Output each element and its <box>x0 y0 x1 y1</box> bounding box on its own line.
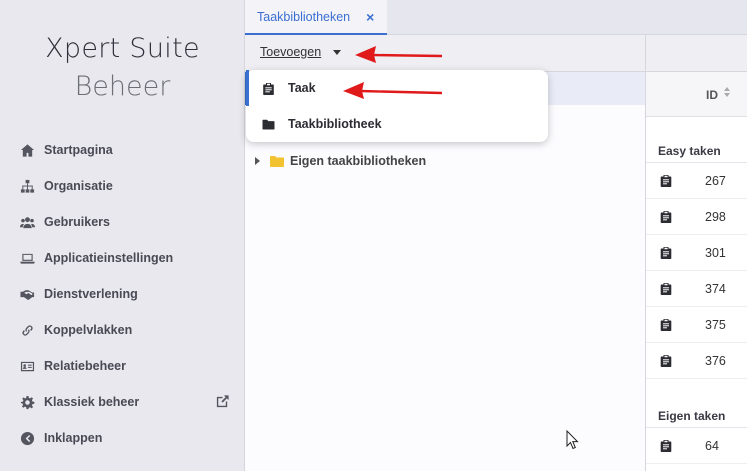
cell-id: 374 <box>705 282 726 296</box>
caret-right-icon[interactable] <box>255 157 260 165</box>
close-icon[interactable]: × <box>366 9 374 25</box>
sidebar-item-relatiebeheer[interactable]: Relatiebeheer <box>0 348 245 384</box>
laptop-icon <box>18 250 36 266</box>
sidebar-item-label: Gebruikers <box>44 215 111 229</box>
id-card-icon <box>18 358 36 374</box>
add-dropdown-menu: Taak Taakbibliotheek <box>246 70 548 142</box>
brand-subtitle: Beheer <box>74 71 171 102</box>
group-label-easy-taken: Easy taken <box>658 144 721 158</box>
folder-icon <box>270 155 284 167</box>
table-toolbar <box>646 35 747 72</box>
chevron-left-circle-icon <box>18 430 36 446</box>
sort-icon[interactable] <box>724 87 732 97</box>
table-row[interactable]: 267 <box>646 163 747 199</box>
group-label-eigen-taken: Eigen taken <box>658 409 726 423</box>
table-row[interactable]: 298 <box>646 199 747 235</box>
sidebar-item-label: Startpagina <box>44 143 113 157</box>
sidebar-item-dienstverlening[interactable]: Dienstverlening <box>0 276 245 312</box>
table-row[interactable]: 301 <box>646 235 747 271</box>
cell-id: 64 <box>705 439 719 453</box>
menu-item-taakbibliotheek[interactable]: Taakbibliotheek <box>246 106 548 142</box>
mouse-cursor-icon <box>566 430 579 450</box>
sidebar-item-applicatieinstellingen[interactable]: Applicatieinstellingen <box>0 240 245 276</box>
table-header: ID <box>646 72 747 117</box>
sidebar-item-inklappen[interactable]: Inklappen <box>0 420 245 456</box>
sidebar-item-label: Relatiebeheer <box>44 359 126 373</box>
table-row[interactable]: 374 <box>646 271 747 307</box>
link-icon <box>18 322 36 338</box>
home-icon <box>18 142 36 158</box>
sidebar-item-label: Klassiek beheer <box>44 395 140 409</box>
task-table: ID Easy taken 267 298 301 374 375 376 Ei… <box>645 35 747 471</box>
users-icon <box>18 214 36 230</box>
gear-icon <box>18 394 36 410</box>
clipboard-icon <box>660 439 672 453</box>
sidebar-item-gebruikers[interactable]: Gebruikers <box>0 204 245 240</box>
clipboard-icon <box>660 246 672 260</box>
sidebar-item-label: Koppelvlakken <box>44 323 133 337</box>
cell-id: 301 <box>705 246 726 260</box>
sidebar-item-startpagina[interactable]: Startpagina <box>0 132 245 168</box>
tab-label: Taakbibliotheken <box>257 9 351 24</box>
handshake-icon <box>18 286 36 302</box>
cell-id: 298 <box>705 210 726 224</box>
menu-item-label: Taak <box>288 81 316 95</box>
sidebar-item-label: Inklappen <box>44 431 103 445</box>
tree-node-label: Eigen taakbibliotheken <box>290 154 427 168</box>
cell-id: 267 <box>705 174 726 188</box>
menu-item-taak[interactable]: Taak <box>246 70 548 106</box>
tab-bar: Taakbibliotheken × <box>245 0 747 35</box>
toolbar: Toevoegen <box>245 35 645 72</box>
sidebar-item-label: Applicatieinstellingen <box>44 251 174 265</box>
sidebar-item-label: Dienstverlening <box>44 287 138 301</box>
sitemap-icon <box>18 178 36 194</box>
add-button-label: Toevoegen <box>260 45 322 59</box>
column-header-id[interactable]: ID <box>706 88 718 102</box>
cell-id: 376 <box>705 354 726 368</box>
folder-icon <box>262 117 276 131</box>
table-row[interactable]: 375 <box>646 307 747 343</box>
caret-down-icon <box>333 49 342 55</box>
sidebar-item-label: Organisatie <box>44 179 113 193</box>
brand-title: Xpert Suite <box>45 33 200 64</box>
sidebar-item-klassiek-beheer[interactable]: Klassiek beheer <box>0 384 245 420</box>
menu-item-label: Taakbibliotheek <box>288 117 382 131</box>
clipboard-icon <box>262 81 276 95</box>
external-link-icon[interactable] <box>215 394 231 410</box>
table-row[interactable]: 376 <box>646 343 747 379</box>
clipboard-icon <box>660 210 672 224</box>
sidebar-item-koppelvlakken[interactable]: Koppelvlakken <box>0 312 245 348</box>
add-dropdown-button[interactable]: Toevoegen <box>260 45 342 59</box>
clipboard-icon <box>660 318 672 332</box>
sidebar-item-organisatie[interactable]: Organisatie <box>0 168 245 204</box>
table-row[interactable]: 64 <box>646 428 747 464</box>
sidebar-nav: Startpagina Organisatie Gebruikers Appli… <box>0 132 245 456</box>
tree-node-eigen-taakbibliotheken[interactable]: Eigen taakbibliotheken <box>255 154 426 168</box>
cell-id: 375 <box>705 318 726 332</box>
clipboard-icon <box>660 354 672 368</box>
brand: Xpert Suite Beheer <box>0 30 245 106</box>
clipboard-icon <box>660 282 672 296</box>
tab-taakbibliotheken[interactable]: Taakbibliotheken × <box>245 0 387 35</box>
clipboard-icon <box>660 174 672 188</box>
sidebar: Xpert Suite Beheer Startpagina Organisat… <box>0 0 245 471</box>
